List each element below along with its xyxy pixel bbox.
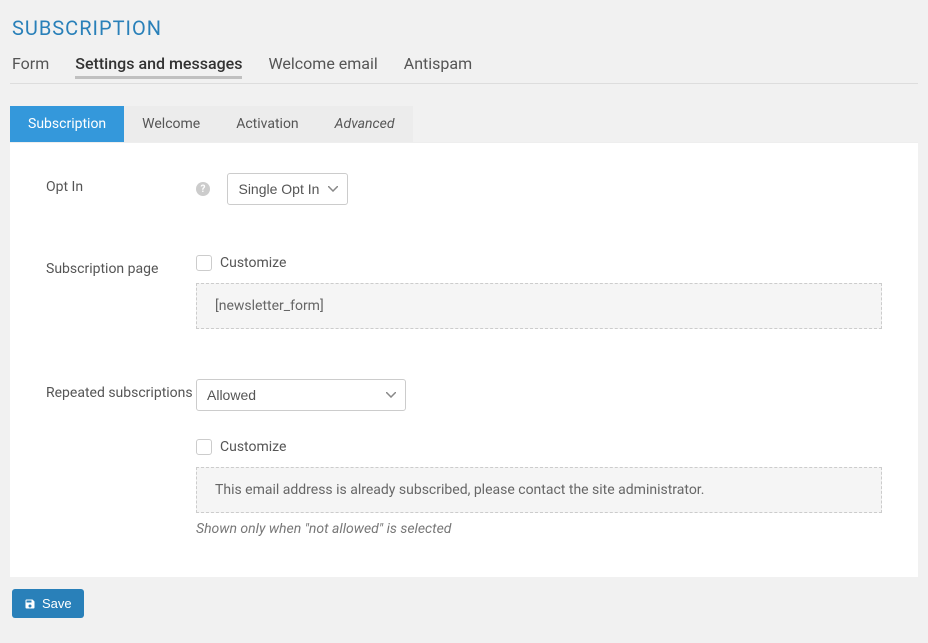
repeated-select[interactable]: Allowed — [196, 379, 406, 411]
tab-activation[interactable]: Activation — [218, 106, 316, 142]
customize-repeated-label[interactable]: Customize — [220, 439, 286, 455]
save-button[interactable]: Save — [12, 589, 84, 618]
customize-subscription-checkbox[interactable] — [196, 255, 212, 271]
label-repeated-subscriptions: Repeated subscriptions — [46, 379, 196, 401]
page-header: SUBSCRIPTION — [10, 16, 918, 40]
optin-select[interactable]: Single Opt In — [227, 173, 348, 205]
repeated-message-box: This email address is already subscribed… — [196, 467, 882, 513]
label-opt-in: Opt In — [46, 173, 196, 195]
main-nav: Form Settings and messages Welcome email… — [10, 54, 918, 84]
page-title: SUBSCRIPTION — [12, 16, 918, 40]
nav-welcome-email[interactable]: Welcome email — [268, 54, 377, 73]
row-subscription-page: Subscription page Customize [newsletter_… — [46, 255, 882, 329]
help-icon[interactable]: ? — [196, 182, 210, 196]
tab-subscription[interactable]: Subscription — [10, 106, 124, 142]
nav-settings-and-messages[interactable]: Settings and messages — [75, 54, 242, 73]
shortcode-box: [newsletter_form] — [196, 283, 882, 329]
customize-subscription-label[interactable]: Customize — [220, 255, 286, 271]
save-button-label: Save — [42, 596, 72, 611]
nav-antispam[interactable]: Antispam — [404, 54, 472, 73]
sub-tabs: Subscription Welcome Activation Advanced — [10, 106, 918, 142]
tab-welcome[interactable]: Welcome — [124, 106, 218, 142]
repeated-hint: Shown only when "not allowed" is selecte… — [196, 521, 882, 537]
settings-panel: Opt In ? Single Opt In Subscription page… — [10, 142, 918, 577]
save-icon — [24, 598, 36, 610]
tab-advanced[interactable]: Advanced — [317, 106, 413, 142]
row-repeated-subscriptions: Repeated subscriptions Allowed Customize… — [46, 379, 882, 537]
customize-repeated-checkbox[interactable] — [196, 439, 212, 455]
row-opt-in: Opt In ? Single Opt In — [46, 173, 882, 205]
footer-bar: Save — [10, 577, 918, 622]
nav-form[interactable]: Form — [12, 54, 49, 73]
label-subscription-page: Subscription page — [46, 255, 196, 277]
